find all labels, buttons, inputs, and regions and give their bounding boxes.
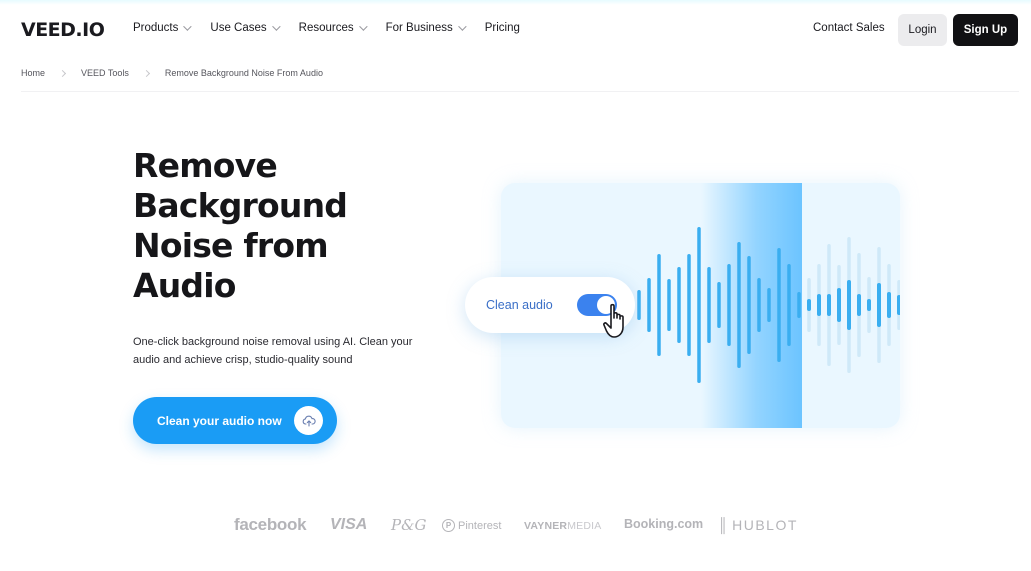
chevron-down-icon <box>271 22 281 31</box>
waveform-bar <box>877 283 881 327</box>
waveform-bar <box>887 292 891 318</box>
waveform-bar <box>767 288 771 322</box>
veed-logo[interactable]: VEED.IO <box>21 19 105 41</box>
cta-label: Clean your audio now <box>157 413 282 428</box>
nav-use-cases-label: Use Cases <box>210 22 267 34</box>
hublot-logo: ║ HUBLOT <box>718 517 798 533</box>
nav-pricing[interactable]: Pricing <box>485 22 520 34</box>
waveform-bar <box>847 280 851 330</box>
waveform-bar <box>717 282 721 328</box>
nav-for-business-label: For Business <box>385 22 453 34</box>
waveform-bar <box>827 294 831 316</box>
page-title: Remove Background Noise from Audio <box>133 146 433 306</box>
pg-logo: P&G <box>391 516 427 534</box>
chevron-right-icon <box>58 69 67 77</box>
chevron-down-icon <box>457 22 467 31</box>
visa-logo: VISA <box>330 516 368 533</box>
waveform-bar <box>667 279 671 331</box>
contact-sales-link[interactable]: Contact Sales <box>813 22 885 34</box>
waveform-bar <box>647 278 651 332</box>
header-divider <box>21 91 1019 92</box>
waveform-bar <box>897 295 900 315</box>
clean-audio-label: Clean audio <box>486 298 553 312</box>
pinterest-icon: P <box>442 519 455 532</box>
title-line: Remove <box>133 146 278 185</box>
hublot-wordmark: HUBLOT <box>732 517 798 533</box>
signup-button[interactable]: Sign Up <box>953 14 1018 46</box>
booking-logo: Booking.com <box>624 517 704 531</box>
waveform-bar <box>697 227 701 383</box>
nav-use-cases[interactable]: Use Cases <box>210 22 281 34</box>
waveform-bar <box>867 299 871 311</box>
waveform-bar <box>837 288 841 322</box>
nav-resources-label: Resources <box>298 22 354 34</box>
waveform-bar <box>707 267 711 343</box>
waveform-bar <box>817 294 821 316</box>
breadcrumb: Home VEED Tools Remove Background Noise … <box>21 68 323 78</box>
waveform-bar <box>757 278 761 332</box>
chevron-down-icon <box>358 22 368 31</box>
nav-for-business[interactable]: For Business <box>385 22 467 34</box>
hand-pointer-icon <box>603 303 624 338</box>
chevron-down-icon <box>183 22 193 31</box>
breadcrumb-veed-tools[interactable]: VEED Tools <box>81 68 129 78</box>
pinterest-wordmark: Pinterest <box>458 519 502 532</box>
customer-logos: facebook VISA P&G P Pinterest VAYNERMEDI… <box>0 515 1031 539</box>
nav-resources[interactable]: Resources <box>298 22 368 34</box>
title-line: Audio <box>133 266 236 305</box>
waveform-bar <box>687 254 691 356</box>
site-header: VEED.IO Products Use Cases Resources For… <box>0 12 1031 48</box>
facebook-logo: facebook <box>234 515 307 534</box>
main-nav: Products Use Cases Resources For Busines… <box>133 22 541 34</box>
waveform-bar <box>677 267 681 343</box>
chevron-right-icon <box>142 69 150 77</box>
waveform-bar <box>727 264 731 346</box>
nav-products-label: Products <box>133 22 179 34</box>
breadcrumb-home[interactable]: Home <box>21 68 45 78</box>
waveform-bar <box>787 264 791 346</box>
waveform-bar <box>777 248 781 362</box>
waveform-bar <box>657 254 661 356</box>
title-line: Background <box>133 186 348 225</box>
top-glow <box>0 0 1031 5</box>
login-button[interactable]: Login <box>898 14 947 46</box>
waveform-bar <box>637 290 641 320</box>
title-line: Noise from <box>133 226 329 265</box>
vaynermedia-logo: VAYNERMEDIA <box>524 520 602 532</box>
waveform-bar <box>737 242 741 368</box>
clean-audio-cta-button[interactable]: Clean your audio now <box>133 397 337 444</box>
pinterest-logo: P Pinterest <box>442 519 501 532</box>
cloud-upload-icon <box>294 406 323 435</box>
waveform-bar <box>797 292 801 318</box>
waveform-bar <box>747 256 751 354</box>
nav-products[interactable]: Products <box>133 22 193 34</box>
waveform-bar <box>807 299 811 311</box>
hero-subtitle: One-click background noise removal using… <box>133 336 413 366</box>
waveform-bar <box>857 294 861 316</box>
nav-pricing-label: Pricing <box>484 22 520 34</box>
breadcrumb-current: Remove Background Noise From Audio <box>164 68 323 78</box>
